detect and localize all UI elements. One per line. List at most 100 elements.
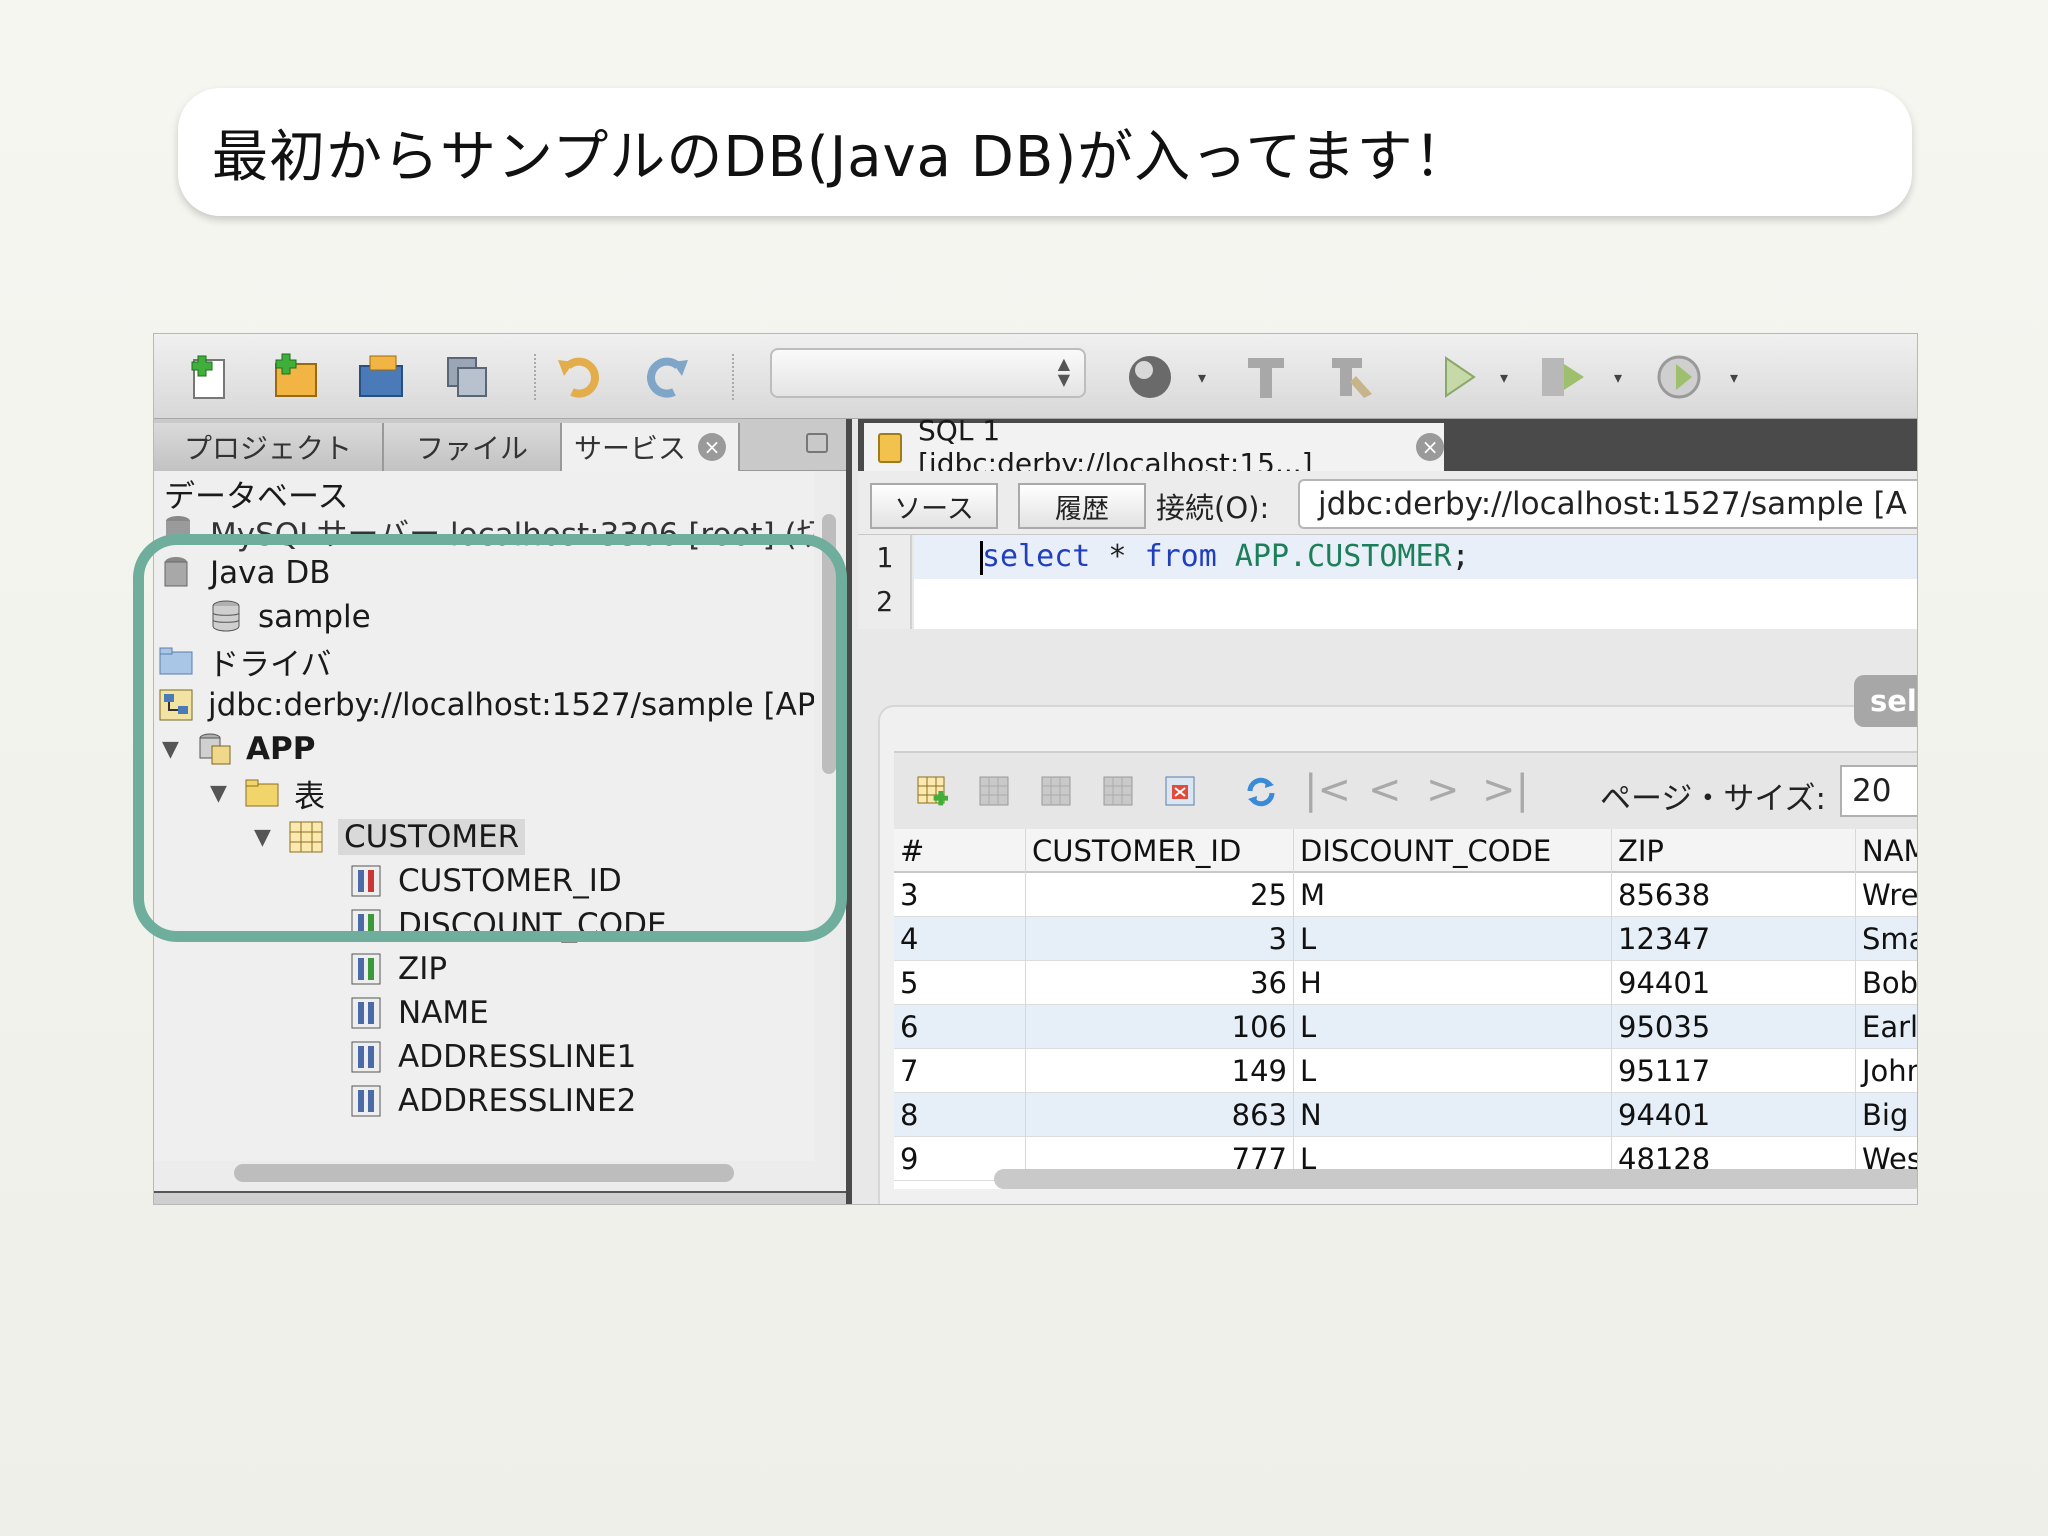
- table-row[interactable]: 8863N94401Big N: [894, 1093, 1917, 1137]
- table-cell[interactable]: 3: [894, 873, 1026, 917]
- grid-horizontal-scrollbar[interactable]: [994, 1169, 1917, 1189]
- tree-item-column-name[interactable]: NAME: [348, 993, 489, 1033]
- tree-item-column-addressline2[interactable]: ADDRESSLINE2: [348, 1081, 636, 1121]
- cancel-edits-icon[interactable]: [1102, 775, 1136, 809]
- table-cell[interactable]: 36: [1026, 961, 1294, 1005]
- configuration-combo[interactable]: ▲ ▼: [770, 348, 1086, 398]
- last-page-icon[interactable]: >|: [1482, 767, 1529, 813]
- expanded-arrow-icon[interactable]: ▼: [210, 781, 244, 806]
- previous-page-icon[interactable]: <: [1368, 767, 1402, 813]
- table-row[interactable]: 43L12347Small: [894, 917, 1917, 961]
- table-cell[interactable]: N: [1294, 1093, 1612, 1137]
- clean-build-icon[interactable]: [1326, 352, 1378, 402]
- tab-projects[interactable]: プロジェクト: [154, 423, 384, 471]
- globe-icon[interactable]: [1126, 352, 1178, 402]
- history-button[interactable]: 履歴: [1018, 483, 1146, 529]
- table-cell[interactable]: 3: [1026, 917, 1294, 961]
- expanded-arrow-icon[interactable]: ▼: [162, 737, 196, 762]
- column-header[interactable]: DISCOUNT_CODE: [1294, 829, 1612, 873]
- sql-code-editor[interactable]: select * from APP.CUSTOMER;: [914, 535, 1917, 629]
- tree-vertical-scrollbar[interactable]: [822, 514, 836, 774]
- connection-select[interactable]: jdbc:derby://localhost:1527/sample [A: [1298, 479, 1917, 529]
- run-icon[interactable]: [1434, 352, 1486, 402]
- truncate-table-icon[interactable]: [1164, 775, 1198, 809]
- close-icon[interactable]: ×: [1416, 433, 1444, 461]
- new-file-icon[interactable]: [184, 352, 236, 402]
- table-cell[interactable]: Bob H: [1856, 961, 1917, 1005]
- table-cell[interactable]: H: [1294, 961, 1612, 1005]
- table-cell[interactable]: 85638: [1612, 873, 1856, 917]
- tab-result[interactable]: sel: [1854, 675, 1917, 727]
- column-header[interactable]: NAM: [1856, 829, 1917, 873]
- source-button[interactable]: ソース: [870, 483, 998, 529]
- table-cell[interactable]: 94401: [1612, 961, 1856, 1005]
- column-header[interactable]: #: [894, 829, 1026, 873]
- table-cell[interactable]: 8: [894, 1093, 1026, 1137]
- tab-sql-1[interactable]: SQL 1 [jdbc:derby://localhost:15...] ×: [864, 414, 1444, 480]
- table-cell[interactable]: 5: [894, 961, 1026, 1005]
- page-size-input[interactable]: 20: [1840, 765, 1917, 817]
- column-header[interactable]: ZIP: [1612, 829, 1856, 873]
- new-project-icon[interactable]: [270, 352, 322, 402]
- save-all-icon[interactable]: [442, 352, 494, 402]
- tree-item-tables[interactable]: ▼ 表: [210, 773, 325, 815]
- column-header[interactable]: CUSTOMER_ID: [1026, 829, 1294, 873]
- table-row[interactable]: 536H94401Bob H: [894, 961, 1917, 1005]
- table-cell[interactable]: 863: [1026, 1093, 1294, 1137]
- redo-icon[interactable]: [640, 352, 692, 402]
- tab-files[interactable]: ファイル: [384, 423, 562, 471]
- table-cell[interactable]: 95035: [1612, 1005, 1856, 1049]
- refresh-icon[interactable]: [1244, 775, 1278, 809]
- table-cell[interactable]: 149: [1026, 1049, 1294, 1093]
- delete-record-icon[interactable]: [978, 775, 1012, 809]
- debug-icon[interactable]: [1538, 352, 1590, 402]
- table-cell[interactable]: L: [1294, 917, 1612, 961]
- open-project-icon[interactable]: [356, 352, 408, 402]
- table-cell[interactable]: Small: [1856, 917, 1917, 961]
- table-cell[interactable]: 7: [894, 1049, 1026, 1093]
- table-cell[interactable]: 94401: [1612, 1093, 1856, 1137]
- tree-item-column-customer-id[interactable]: CUSTOMER_ID: [348, 861, 622, 901]
- table-cell[interactable]: Big N: [1856, 1093, 1917, 1137]
- tree-item-column-discount-code[interactable]: DISCOUNT_CODE: [348, 905, 667, 945]
- commit-records-icon[interactable]: [1040, 775, 1074, 809]
- next-page-icon[interactable]: >: [1426, 767, 1460, 813]
- tab-navigator[interactable]: ナビゲータ: [162, 1197, 292, 1204]
- undo-icon[interactable]: [554, 352, 606, 402]
- tree-item-column-addressline1[interactable]: ADDRESSLINE1: [348, 1037, 636, 1077]
- tree-item-databases[interactable]: データベース: [164, 473, 348, 515]
- first-page-icon[interactable]: |<: [1304, 767, 1351, 813]
- table-cell[interactable]: 95117: [1612, 1049, 1856, 1093]
- tree-item-drivers[interactable]: ドライバ: [158, 641, 331, 683]
- tree-item-mysql-server[interactable]: MySQLサーバー localhost:3306 [root] (切断): [160, 511, 814, 553]
- table-cell[interactable]: L: [1294, 1005, 1612, 1049]
- tree-item-schema-app[interactable]: ▼ APP: [162, 729, 315, 769]
- column-icon: [351, 1041, 381, 1073]
- tree-item-customer-table[interactable]: ▼ CUSTOMER: [254, 817, 526, 857]
- table-row[interactable]: 325M85638Wren: [894, 873, 1917, 917]
- table-row[interactable]: 6106L95035Early: [894, 1005, 1917, 1049]
- table-cell[interactable]: 6: [894, 1005, 1026, 1049]
- table-cell[interactable]: John: [1856, 1049, 1917, 1093]
- insert-record-icon[interactable]: [916, 775, 950, 809]
- table-cell[interactable]: 12347: [1612, 917, 1856, 961]
- table-cell[interactable]: Early: [1856, 1005, 1917, 1049]
- table-row[interactable]: 7149L95117John: [894, 1049, 1917, 1093]
- tree-item-java-db[interactable]: Java DB: [160, 553, 330, 593]
- tree-item-connection[interactable]: jdbc:derby://localhost:1527/sample [APP: [158, 685, 814, 725]
- table-cell[interactable]: 25: [1026, 873, 1294, 917]
- expanded-arrow-icon[interactable]: ▼: [254, 825, 288, 850]
- build-icon[interactable]: [1240, 352, 1292, 402]
- tab-services[interactable]: サービス ×: [562, 423, 740, 471]
- profile-icon[interactable]: [1654, 352, 1706, 402]
- tree-horizontal-scrollbar[interactable]: [234, 1164, 734, 1182]
- table-cell[interactable]: 106: [1026, 1005, 1294, 1049]
- tree-item-column-zip[interactable]: ZIP: [348, 949, 447, 989]
- table-cell[interactable]: L: [1294, 1049, 1612, 1093]
- tree-item-sample[interactable]: sample: [208, 597, 371, 637]
- table-cell[interactable]: 4: [894, 917, 1026, 961]
- table-cell[interactable]: Wren: [1856, 873, 1917, 917]
- close-icon[interactable]: ×: [698, 433, 726, 461]
- table-cell[interactable]: M: [1294, 873, 1612, 917]
- minimize-icon[interactable]: [806, 433, 828, 453]
